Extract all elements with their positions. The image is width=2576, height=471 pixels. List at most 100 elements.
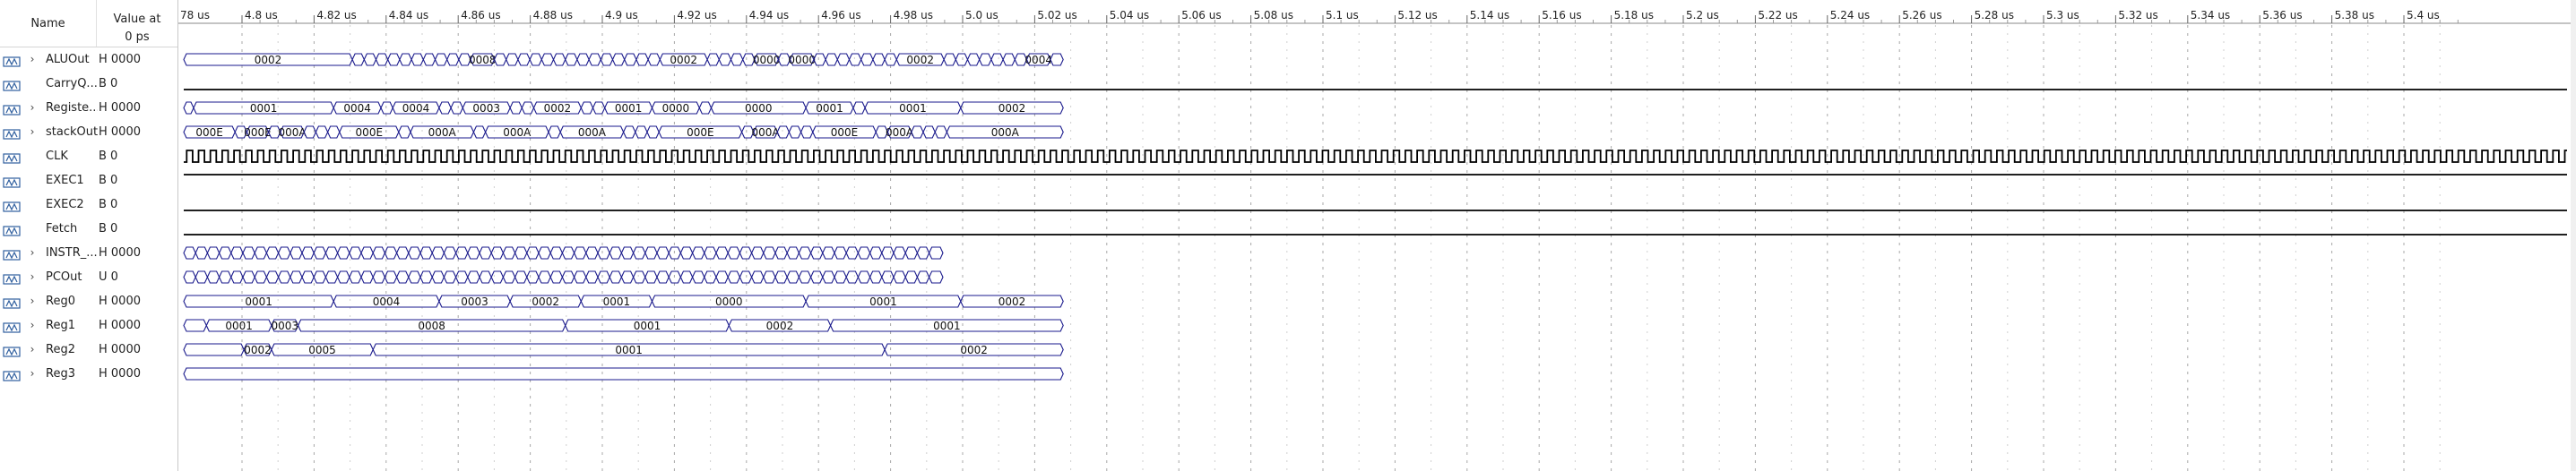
bus-segment bbox=[479, 246, 492, 260]
expand-chevron-icon[interactable]: › bbox=[27, 342, 38, 356]
bus-segment bbox=[242, 270, 255, 284]
time-axis[interactable]: 78 us 4.8 us 4.82 us 4.84 us 4.86 us 4.88 us 4… bbox=[178, 9, 2576, 471]
bus-segment bbox=[230, 270, 244, 284]
signal-row[interactable]: › Reg0 H 0000 bbox=[0, 289, 177, 313]
signal-value: H 0000 bbox=[99, 343, 141, 356]
signal-trace[interactable]: 000E 000E 000A 000E 000A 000A 000A 000E 000A 000E… bbox=[183, 125, 1064, 139]
bus-segment bbox=[548, 125, 561, 139]
signal-trace[interactable]: 0001 0004 0003 0002 0001 0000 0001 0002 bbox=[183, 295, 1064, 308]
value-column-header[interactable]: Value at 0 ps bbox=[97, 0, 177, 47]
expand-chevron-icon[interactable]: › bbox=[27, 270, 38, 284]
time-label: 5.36 us bbox=[2262, 9, 2302, 21]
signal-row[interactable]: › ALUOut H 0000 bbox=[0, 47, 177, 72]
signal-name: Reg1 bbox=[46, 319, 75, 332]
signal-trace[interactable]: 0002 0008 0002 0000 0000 0002 0004 bbox=[183, 53, 1064, 66]
bus-segment bbox=[315, 125, 329, 139]
bus-segment bbox=[739, 246, 753, 260]
bus-segment bbox=[206, 270, 220, 284]
signal-trace[interactable]: 0002 0005 0001 0002 bbox=[183, 343, 1064, 356]
signal-row[interactable]: › stackOut H 0000 bbox=[0, 120, 177, 144]
bus-segment bbox=[848, 53, 862, 66]
signal-wave-icon bbox=[3, 271, 21, 285]
bus-segment bbox=[399, 53, 412, 66]
bus-segment bbox=[656, 270, 670, 284]
time-label: 5.4 us bbox=[2407, 9, 2440, 21]
bus-value-label: 0002 bbox=[998, 102, 1026, 115]
bus-segment bbox=[349, 270, 362, 284]
bus-segment bbox=[230, 246, 244, 260]
bus-segment bbox=[893, 270, 906, 284]
bus-value-label: 0008 bbox=[418, 320, 445, 332]
signal-row[interactable]: Fetch B 0 bbox=[0, 217, 177, 241]
signal-row[interactable]: › Reg3 H 0000 bbox=[0, 362, 177, 386]
signal-trace[interactable]: 0001 0004 0004 0003 0002 0001 0000 0000 0001 0001… bbox=[183, 101, 1064, 115]
bus-segment bbox=[774, 270, 788, 284]
signal-list: › ALUOut H 0000 CarryQ... B 0 › Registe... H 00… bbox=[0, 47, 177, 386]
signal-trace[interactable] bbox=[183, 246, 944, 260]
bus-segment bbox=[646, 125, 660, 139]
bus-segment bbox=[979, 53, 992, 66]
expand-chevron-icon[interactable]: › bbox=[27, 294, 38, 308]
signal-name: EXEC1 bbox=[46, 174, 84, 187]
bus-segment bbox=[679, 270, 694, 284]
waveform-panel[interactable]: 78 us 4.8 us 4.82 us 4.84 us 4.86 us 4.88 us 4… bbox=[178, 0, 2576, 471]
expand-chevron-icon[interactable]: › bbox=[27, 100, 38, 115]
bus-value-label: 000A bbox=[278, 126, 307, 139]
bus-segment bbox=[739, 270, 753, 284]
expand-chevron-icon[interactable]: › bbox=[27, 245, 38, 260]
waveform-canvas[interactable]: 78 us 4.8 us 4.82 us 4.84 us 4.86 us 4.88 us 4… bbox=[178, 0, 2576, 471]
time-label: 4.84 us bbox=[389, 9, 428, 21]
bus-segment bbox=[538, 246, 551, 260]
bus-value-label: 000E bbox=[831, 126, 859, 139]
signal-row[interactable]: EXEC2 B 0 bbox=[0, 193, 177, 217]
time-label: 5.06 us bbox=[1181, 9, 1221, 21]
bus-segment bbox=[502, 246, 516, 260]
expand-chevron-icon[interactable]: › bbox=[27, 318, 38, 332]
signal-trace[interactable] bbox=[184, 150, 2567, 163]
bus-segment bbox=[540, 53, 555, 66]
signal-wave-icon bbox=[3, 54, 21, 67]
bus-segment bbox=[704, 246, 717, 260]
bus-segment bbox=[384, 270, 398, 284]
signal-row[interactable]: › Reg2 H 0000 bbox=[0, 338, 177, 362]
signal-name: ALUOut bbox=[46, 53, 90, 66]
signal-row[interactable]: EXEC1 B 0 bbox=[0, 168, 177, 193]
bus-segment bbox=[372, 270, 386, 284]
bus-segment bbox=[351, 53, 365, 66]
signal-name: CarryQ... bbox=[46, 77, 98, 90]
clock-waveform bbox=[184, 150, 2567, 163]
expand-chevron-icon[interactable]: › bbox=[27, 366, 38, 381]
bus-segment bbox=[218, 246, 232, 260]
bus-segment bbox=[943, 53, 956, 66]
bus-segment bbox=[573, 246, 587, 260]
signal-row[interactable]: CLK B 0 bbox=[0, 144, 177, 168]
signal-trace[interactable]: 0001 0003 0008 0001 0002 0001 bbox=[183, 319, 1064, 332]
signal-value: H 0000 bbox=[99, 101, 141, 115]
expand-chevron-icon[interactable]: › bbox=[27, 52, 38, 66]
vertical-scrollbar[interactable] bbox=[2571, 0, 2576, 471]
signal-trace[interactable] bbox=[183, 367, 1064, 381]
signal-row[interactable]: › INSTR_... H 0000 bbox=[0, 241, 177, 265]
signal-name: stackOut bbox=[46, 125, 98, 139]
bus-segment bbox=[730, 53, 744, 66]
expand-chevron-icon[interactable]: › bbox=[27, 124, 38, 139]
time-label: 5.32 us bbox=[2118, 9, 2157, 21]
bus-segment bbox=[277, 246, 291, 260]
bus-segment bbox=[622, 125, 636, 139]
bus-segment bbox=[514, 246, 528, 260]
signal-row[interactable]: › Reg1 H 0000 bbox=[0, 313, 177, 338]
signal-name: CLK bbox=[46, 150, 68, 163]
signal-wave-icon bbox=[3, 247, 21, 261]
bus-segment bbox=[679, 246, 694, 260]
bus-value-label: 0002 bbox=[255, 54, 282, 66]
name-column-header[interactable]: Name bbox=[0, 0, 97, 47]
signal-value: B 0 bbox=[99, 77, 118, 90]
signal-row[interactable]: CarryQ... B 0 bbox=[0, 72, 177, 96]
signal-row[interactable]: › PCOut U 0 bbox=[0, 265, 177, 289]
bus-segment bbox=[372, 246, 386, 260]
bus-segment bbox=[718, 53, 732, 66]
signal-trace[interactable] bbox=[183, 270, 944, 284]
signal-row[interactable]: › Registe... H 0000 bbox=[0, 96, 177, 120]
waveform-viewer: Name Value at 0 ps › ALUOut H 0000 CarryQ...… bbox=[0, 0, 2576, 471]
bus-segment bbox=[798, 246, 812, 260]
